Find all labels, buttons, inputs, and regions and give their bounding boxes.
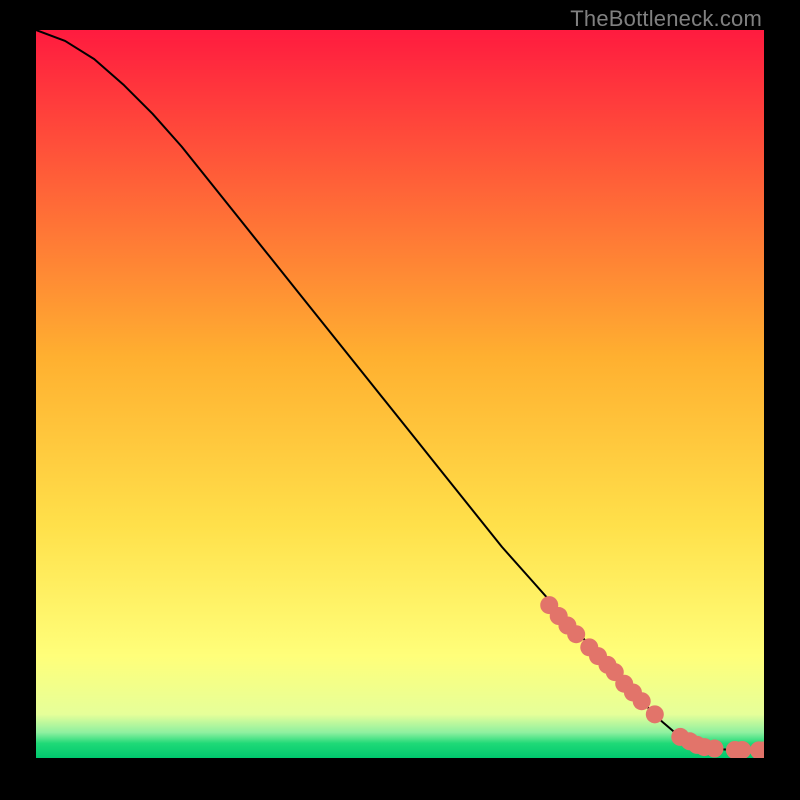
watermark-text: TheBottleneck.com	[570, 6, 762, 32]
plot-area	[36, 30, 764, 758]
plot-svg	[36, 30, 764, 758]
data-point	[706, 740, 724, 758]
chart-stage: TheBottleneck.com	[0, 0, 800, 800]
data-point	[567, 625, 585, 643]
curve-line	[36, 30, 764, 751]
data-point	[633, 692, 651, 710]
data-point	[646, 705, 664, 723]
